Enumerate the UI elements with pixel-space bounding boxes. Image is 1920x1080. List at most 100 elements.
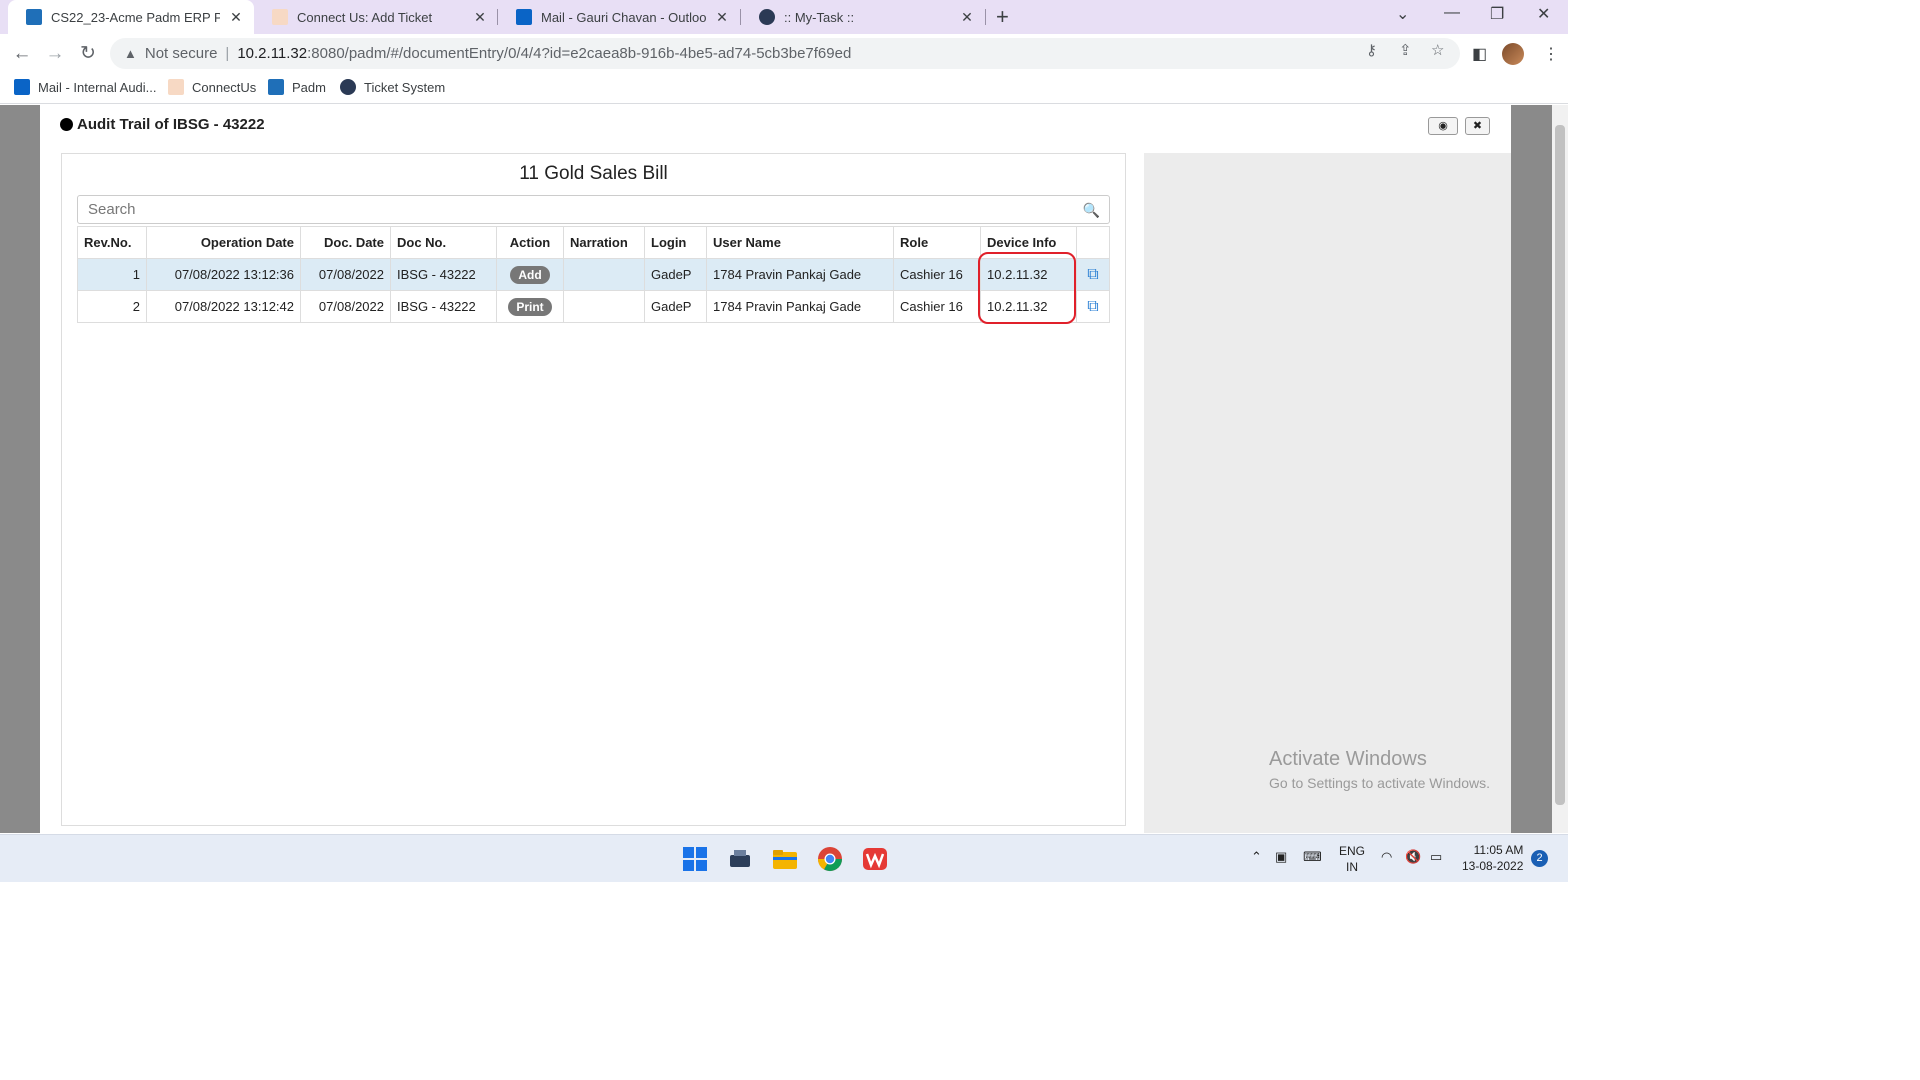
app-right-edge <box>1511 105 1552 833</box>
action-badge: Print <box>508 297 552 316</box>
cell-user-name: 1784 Pravin Pankaj Gade <box>706 290 894 323</box>
tab-separator <box>985 9 986 25</box>
column-header-action[interactable]: Action <box>496 226 564 259</box>
action-badge: Add <box>510 265 550 284</box>
chevron-up-icon[interactable]: ⌃ <box>1251 849 1262 865</box>
system-clock[interactable]: 11:05 AM 13-08-2022 <box>1462 842 1523 874</box>
document-heading: 11 Gold Sales Bill <box>519 163 668 184</box>
cell-doc-no: IBSG - 43222 <box>390 258 497 291</box>
region-code: IN <box>1346 860 1358 874</box>
react-icon <box>340 79 356 95</box>
table-row[interactable]: 1 07/08/2022 13:12:36 07/08/2022 IBSG - … <box>77 258 1110 291</box>
url-text[interactable]: 10.2.11.32:8080/padm/#/documentEntry/0/4… <box>237 45 851 62</box>
audit-table: Rev.No. Operation Date Doc. Date Doc No.… <box>77 226 1110 323</box>
tab-search-chevron-down-icon[interactable]: ⌄ <box>1396 4 1409 24</box>
external-link-icon[interactable]: ⧉ <box>1087 298 1098 315</box>
bullet-icon <box>60 118 73 131</box>
forward-arrow-icon[interactable]: → <box>41 40 69 68</box>
tab-outlook[interactable]: Mail - Gauri Chavan - Outlook ✕ <box>498 0 740 34</box>
external-link-icon[interactable]: ⧉ <box>1087 266 1098 283</box>
bookmark-mail-internal-audit[interactable]: Mail - Internal Audi... <box>14 79 157 95</box>
column-header-doc-no[interactable]: Doc No. <box>390 226 497 259</box>
column-header-operation-date[interactable]: Operation Date <box>146 226 301 259</box>
key-icon[interactable]: ⚷ <box>1366 41 1377 59</box>
volume-muted-icon[interactable]: 🔇 <box>1405 849 1421 865</box>
tab-erp[interactable]: CS22_23-Acme Padm ERP Platfor ✕ <box>8 0 254 34</box>
wifi-icon[interactable]: ◠ <box>1381 849 1392 865</box>
close-tab-icon[interactable]: ✕ <box>228 9 244 26</box>
security-label[interactable]: Not secure <box>145 45 218 62</box>
restore-button[interactable]: ❐ <box>1490 4 1504 24</box>
chrome-icon[interactable] <box>816 845 844 873</box>
bookmark-padm[interactable]: Padm <box>268 79 326 95</box>
file-explorer-icon[interactable] <box>771 845 799 873</box>
printer-app-icon[interactable] <box>726 845 754 873</box>
bookmark-ticket-system[interactable]: Ticket System <box>340 79 445 95</box>
padm-icon <box>268 79 284 95</box>
cell-action: Print <box>496 290 564 323</box>
tab-my-task[interactable]: :: My-Task :: ✕ <box>741 0 985 34</box>
toggle-view-button[interactable]: ◉ <box>1428 117 1458 135</box>
table-row[interactable]: 2 07/08/2022 13:12:42 07/08/2022 IBSG - … <box>77 290 1110 323</box>
column-header-doc-date[interactable]: Doc. Date <box>300 226 391 259</box>
more-menu-icon[interactable]: ⋮ <box>1543 44 1559 64</box>
close-modal-button[interactable]: ✖ <box>1465 117 1490 135</box>
veeam-tray-icon[interactable]: ▣ <box>1275 849 1287 865</box>
tab-connect-us[interactable]: Connect Us: Add Ticket ✕ <box>254 0 498 34</box>
reload-icon[interactable]: ↻ <box>74 40 102 68</box>
address-bar[interactable]: ▲ Not secure | 10.2.11.32:8080/padm/#/do… <box>110 38 1460 69</box>
cell-role: Cashier 16 <box>893 258 981 291</box>
cell-doc-date: 07/08/2022 <box>300 258 391 291</box>
cell-rev-no: 1 <box>77 258 147 291</box>
search-icon[interactable]: 🔍 <box>1083 202 1100 219</box>
bookmarks-bar: Mail - Internal Audi... ConnectUs Padm T… <box>0 74 1568 104</box>
keyboard-icon[interactable]: ⌨ <box>1303 849 1322 865</box>
cell-open: ⧉ <box>1076 258 1110 291</box>
cell-user-name: 1784 Pravin Pankaj Gade <box>706 258 894 291</box>
omnibox-divider: | <box>225 45 230 62</box>
column-header-open <box>1076 226 1110 259</box>
language-indicator[interactable]: ENG IN <box>1339 843 1365 875</box>
modal-title: Audit Trail of IBSG - 43222 <box>60 116 265 133</box>
search-box: 🔍 <box>77 195 1110 224</box>
close-tab-icon[interactable]: ✕ <box>959 9 975 26</box>
close-tab-icon[interactable]: ✕ <box>714 9 730 26</box>
minimize-button[interactable]: — <box>1444 4 1460 22</box>
search-input[interactable] <box>88 201 1068 218</box>
profile-avatar[interactable] <box>1502 43 1524 65</box>
bookmark-connectus[interactable]: ConnectUs <box>168 79 256 95</box>
column-header-rev-no[interactable]: Rev.No. <box>77 226 147 259</box>
wps-office-icon[interactable] <box>861 845 889 873</box>
column-header-role[interactable]: Role <box>893 226 981 259</box>
close-icon: ✖ <box>1472 120 1483 132</box>
side-panel-icon[interactable]: ◧ <box>1472 44 1487 64</box>
outlook-favicon-icon <box>516 9 532 25</box>
cell-doc-no: IBSG - 43222 <box>390 290 497 323</box>
cell-operation-date: 07/08/2022 13:12:42 <box>146 290 301 323</box>
column-header-user-name[interactable]: User Name <box>706 226 894 259</box>
back-arrow-icon[interactable]: ← <box>8 40 36 68</box>
warning-triangle-icon: ▲ <box>124 46 137 61</box>
bookmark-label: Ticket System <box>364 79 446 95</box>
browser-tab-strip: CS22_23-Acme Padm ERP Platfor ✕ Connect … <box>0 0 1568 34</box>
bookmark-star-icon[interactable]: ☆ <box>1431 41 1444 59</box>
watermark-title: Activate Windows <box>1269 748 1427 770</box>
cell-login: GadeP <box>644 258 707 291</box>
url-host: 10.2.11.32 <box>237 45 308 62</box>
outlook-icon <box>14 79 30 95</box>
eye-slash-icon: ◉ <box>1438 120 1448 132</box>
notification-count-badge[interactable]: 2 <box>1531 850 1548 867</box>
window-close-button[interactable]: ✕ <box>1537 4 1550 24</box>
column-header-narration[interactable]: Narration <box>563 226 645 259</box>
language-code: ENG <box>1339 844 1366 858</box>
page-scrollbar[interactable] <box>1552 105 1568 833</box>
audit-trail-modal: Audit Trail of IBSG - 43222 ◉ ✖ 11 Gold … <box>40 105 1511 833</box>
cell-narration <box>563 290 645 323</box>
column-header-login[interactable]: Login <box>644 226 707 259</box>
scrollbar-thumb[interactable] <box>1555 125 1565 805</box>
start-windows-icon[interactable] <box>681 845 709 873</box>
new-tab-button[interactable]: + <box>996 4 1009 30</box>
close-tab-icon[interactable]: ✕ <box>472 9 488 26</box>
battery-icon[interactable]: ▭ <box>1430 849 1442 865</box>
share-icon[interactable]: ⇪ <box>1399 41 1412 59</box>
